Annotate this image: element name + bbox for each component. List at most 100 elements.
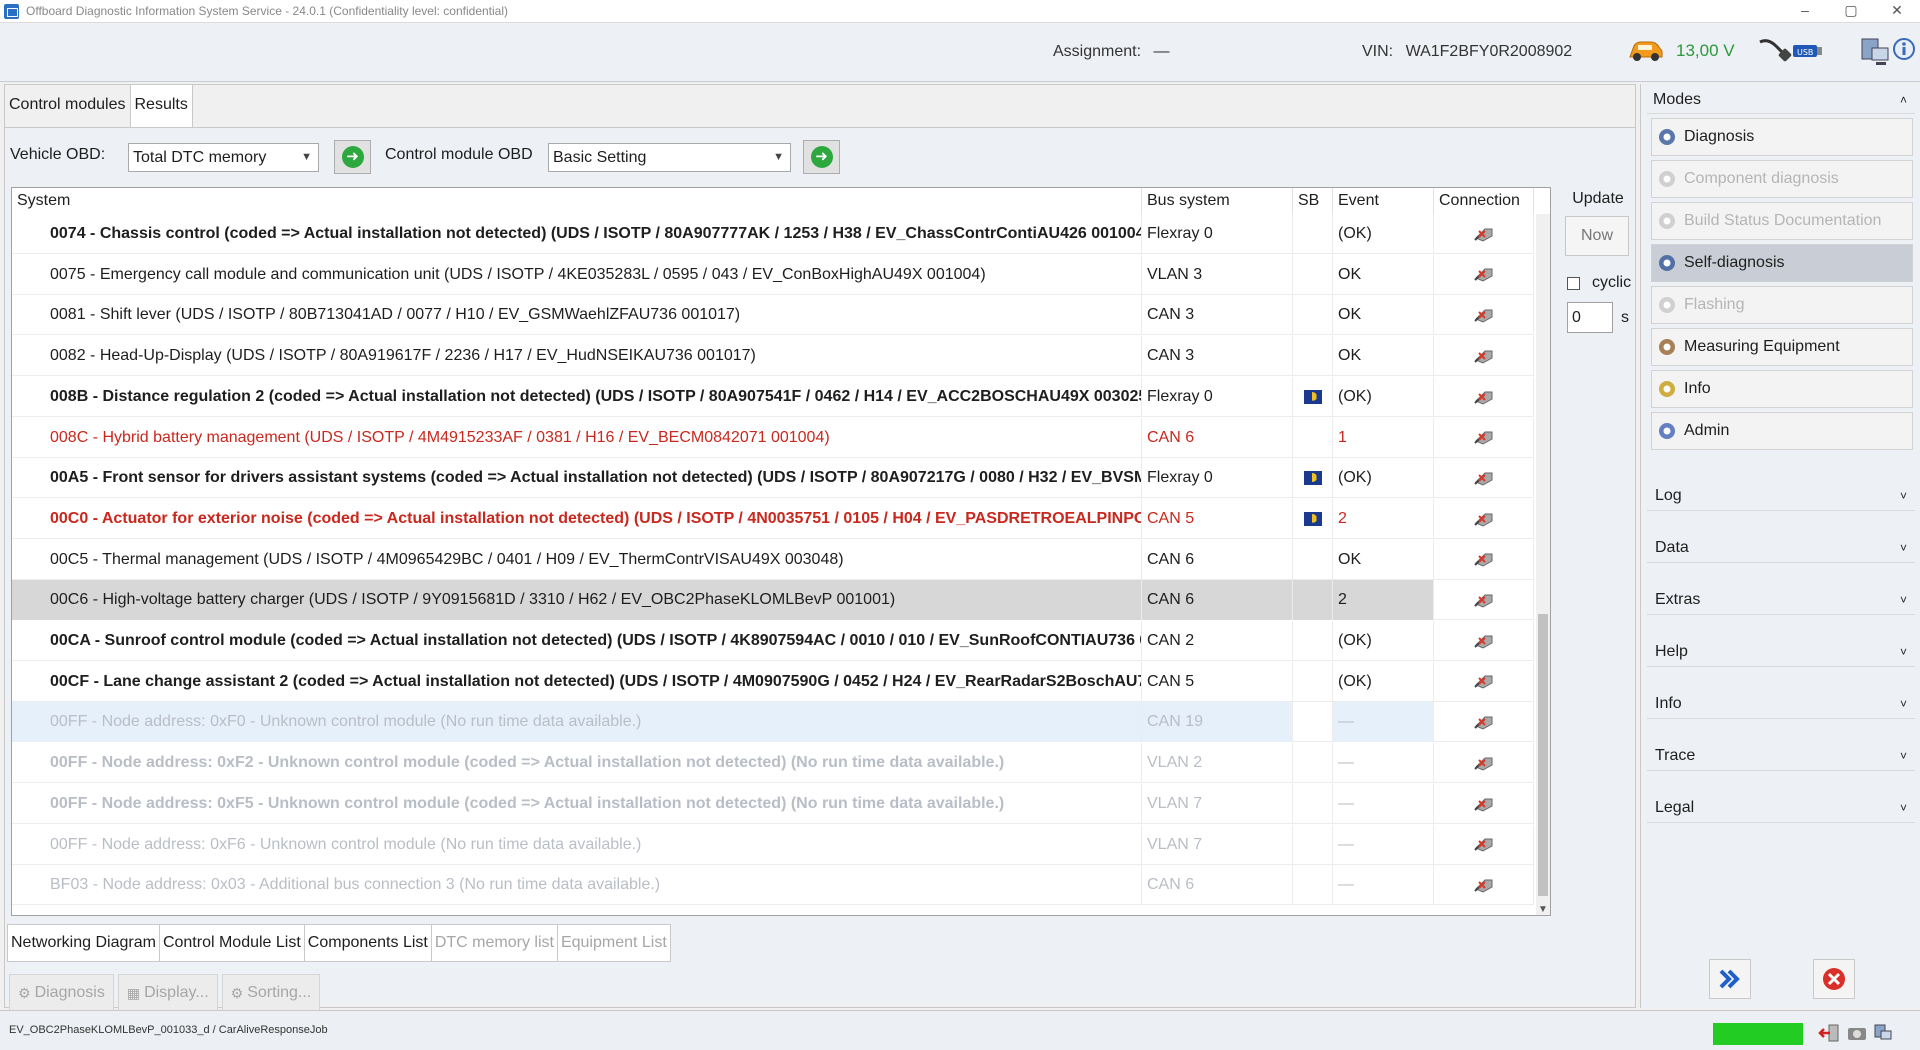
table-row[interactable]: 0075 - Emergency call module and communi… xyxy=(12,254,1534,295)
connection-plug-icon[interactable] xyxy=(1473,469,1495,487)
connection-plug-icon[interactable] xyxy=(1473,632,1495,650)
connection-plug-icon[interactable] xyxy=(1473,388,1495,406)
scrollbar-thumb[interactable] xyxy=(1538,614,1548,896)
section-extras[interactable]: Extras ˅ xyxy=(1647,585,1915,615)
event-cell: (OK) xyxy=(1333,661,1434,702)
tab-dtc-memory-list[interactable]: DTC memory list xyxy=(430,924,558,962)
sorting-button[interactable]: ⚙ Sorting... xyxy=(221,974,321,1012)
exit-icon[interactable] xyxy=(1818,1023,1840,1043)
modes-header[interactable]: Modes ˄ xyxy=(1647,86,1915,114)
table-row[interactable]: 00FF - Node address: 0xF0 - Unknown cont… xyxy=(12,702,1534,743)
system-cell: 00FF - Node address: 0xF0 - Unknown cont… xyxy=(12,702,1142,743)
seconds-unit: s xyxy=(1621,308,1629,326)
tab-results[interactable]: Results xyxy=(130,85,193,127)
mode-info[interactable]: Info xyxy=(1651,370,1913,408)
diagnosis-button[interactable]: ⚙ Diagnosis xyxy=(9,974,114,1012)
connection-cell xyxy=(1434,376,1534,417)
table-row[interactable]: 00C0 - Actuator for exterior noise (code… xyxy=(12,498,1534,539)
cancel-button[interactable] xyxy=(1813,959,1855,999)
table-row[interactable]: 00FF - Node address: 0xF2 - Unknown cont… xyxy=(12,743,1534,784)
window-title: Offboard Diagnostic Information System S… xyxy=(26,4,509,18)
connection-plug-icon[interactable] xyxy=(1473,550,1495,568)
gauge-icon xyxy=(1659,339,1675,355)
maximize-button[interactable]: ▢ xyxy=(1828,0,1874,23)
section-info[interactable]: Info ˅ xyxy=(1647,689,1915,719)
cycle-seconds-input[interactable]: 0 xyxy=(1567,302,1613,333)
connection-plug-icon[interactable] xyxy=(1473,591,1495,609)
table-row[interactable]: 00CF - Lane change assistant 2 (coded =>… xyxy=(12,661,1534,702)
mode-measuring-equipment[interactable]: Measuring Equipment xyxy=(1651,328,1913,366)
system-cell: 00C5 - Thermal management (UDS / ISOTP /… xyxy=(12,539,1142,580)
tab-control-modules[interactable]: Control modules xyxy=(5,85,131,127)
camera-icon[interactable] xyxy=(1846,1023,1868,1043)
section-data[interactable]: Data ˅ xyxy=(1647,533,1915,563)
sb-cell xyxy=(1293,661,1333,702)
vertical-scrollbar[interactable]: ▼ xyxy=(1536,214,1550,915)
vehicle-obd-go-button[interactable]: ➜ xyxy=(334,140,371,174)
table-row[interactable]: 00C6 - High-voltage battery charger (UDS… xyxy=(12,580,1534,621)
table-row[interactable]: 008C - Hybrid battery management (UDS / … xyxy=(12,417,1534,458)
forward-button[interactable] xyxy=(1709,959,1751,999)
column-header-event[interactable]: Event xyxy=(1333,188,1434,214)
mode-admin[interactable]: Admin xyxy=(1651,412,1913,450)
table-row[interactable]: 00A5 - Front sensor for drivers assistan… xyxy=(12,458,1534,499)
connection-plug-icon[interactable] xyxy=(1473,428,1495,446)
column-header-bus-system[interactable]: Bus system xyxy=(1142,188,1293,214)
mode-self-diagnosis[interactable]: Self-diagnosis xyxy=(1651,244,1913,282)
control-module-obd-select[interactable]: Basic Setting ▼ xyxy=(548,143,791,172)
connection-plug-icon[interactable] xyxy=(1473,672,1495,690)
modes-title: Modes xyxy=(1653,91,1702,108)
tab-equipment-list[interactable]: Equipment List xyxy=(556,924,671,962)
control-module-obd-go-button[interactable]: ➜ xyxy=(803,140,840,174)
minimize-button[interactable]: – xyxy=(1782,0,1828,23)
column-header-sb[interactable]: SB xyxy=(1293,188,1333,214)
section-help[interactable]: Help ˅ xyxy=(1647,637,1915,667)
column-header-connection[interactable]: Connection xyxy=(1434,188,1534,214)
arrow-right-icon: ➜ xyxy=(341,146,364,168)
table-row[interactable]: 00CA - Sunroof control module (coded => … xyxy=(12,621,1534,661)
connection-plug-icon[interactable] xyxy=(1473,306,1495,324)
mode-build-status-documentation[interactable]: Build Status Documentation xyxy=(1651,202,1913,240)
connection-plug-icon[interactable] xyxy=(1473,510,1495,528)
section-legal[interactable]: Legal ˅ xyxy=(1647,793,1915,823)
sb-cell xyxy=(1293,580,1333,621)
mode-diagnosis[interactable]: Diagnosis xyxy=(1651,118,1913,156)
connection-plug-icon[interactable] xyxy=(1473,713,1495,731)
connection-plug-icon[interactable] xyxy=(1473,876,1495,894)
table-row[interactable]: 00C5 - Thermal management (UDS / ISOTP /… xyxy=(12,539,1534,580)
table-row[interactable]: BF03 - Node address: 0x03 - Additional b… xyxy=(12,865,1534,906)
table-row[interactable]: 0082 - Head-Up-Display (UDS / ISOTP / 80… xyxy=(12,336,1534,377)
table-row[interactable]: 008B - Distance regulation 2 (coded => A… xyxy=(12,376,1534,417)
table-row[interactable]: 00FF - Node address: 0xF5 - Unknown cont… xyxy=(12,783,1534,824)
network-status-icon[interactable] xyxy=(1872,1023,1894,1043)
connection-plug-icon[interactable] xyxy=(1473,347,1495,365)
close-window-button[interactable]: ✕ xyxy=(1874,0,1920,23)
connection-plug-icon[interactable] xyxy=(1473,754,1495,772)
table-row[interactable]: 0081 - Shift lever (UDS / ISOTP / 80B713… xyxy=(12,295,1534,336)
vehicle-obd-select[interactable]: Total DTC memory ▼ xyxy=(128,143,319,172)
info-icon[interactable] xyxy=(1892,36,1916,64)
tab-networking-diagram[interactable]: Networking Diagram xyxy=(7,924,160,962)
table-row[interactable]: 0074 - Chassis control (coded => Actual … xyxy=(12,214,1534,254)
mode-label: Build Status Documentation xyxy=(1684,212,1882,229)
column-header-system[interactable]: System xyxy=(12,188,1142,214)
event-cell: 1 xyxy=(1333,417,1434,458)
mode-component-diagnosis[interactable]: Component diagnosis xyxy=(1651,160,1913,198)
connection-plug-icon[interactable] xyxy=(1473,835,1495,853)
mode-flashing[interactable]: Flashing xyxy=(1651,286,1913,324)
service-bulletin-icon[interactable] xyxy=(1303,470,1322,485)
tab-control-module-list[interactable]: Control Module List xyxy=(158,924,305,962)
service-bulletin-icon[interactable] xyxy=(1303,511,1322,526)
section-trace[interactable]: Trace ˅ xyxy=(1647,741,1915,771)
service-bulletin-icon[interactable] xyxy=(1303,389,1322,404)
update-now-button[interactable]: Now xyxy=(1565,216,1629,256)
table-row[interactable]: 00FF - Node address: 0xF6 - Unknown cont… xyxy=(12,824,1534,865)
cyclic-checkbox[interactable] xyxy=(1567,276,1580,290)
display-button[interactable]: ▦ Display... xyxy=(117,974,218,1012)
scroll-down-arrow[interactable]: ▼ xyxy=(1536,904,1550,915)
connection-plug-icon[interactable] xyxy=(1473,795,1495,813)
section-log[interactable]: Log ˅ xyxy=(1647,481,1915,511)
connection-plug-icon[interactable] xyxy=(1473,225,1495,243)
connection-plug-icon[interactable] xyxy=(1473,265,1495,283)
tab-components-list[interactable]: Components List xyxy=(303,924,432,962)
